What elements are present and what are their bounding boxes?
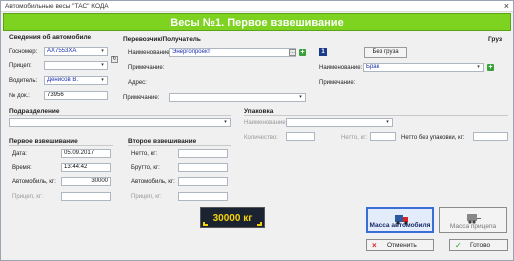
divider — [128, 145, 231, 146]
close-icon[interactable]: × — [504, 1, 509, 11]
divider — [244, 115, 508, 116]
carrier-note-label: Примечание: — [128, 65, 165, 71]
second-weighing-heading: Второе взвешивание — [128, 138, 197, 145]
swap-icon[interactable]: ↻ — [111, 56, 118, 63]
no-cargo-button[interactable]: Без груза — [364, 47, 407, 58]
first-date-label: Дата: — [12, 151, 27, 157]
dropdown-arrow-icon[interactable]: ▾ — [222, 119, 229, 126]
cargo-name-value: Брак — [366, 64, 380, 70]
dropdown-arrow-icon[interactable]: ▾ — [384, 119, 391, 126]
scale-display: 30000 кг — [200, 207, 265, 228]
cargo-name-label: Наименование: — [319, 65, 363, 71]
divider — [9, 115, 231, 116]
carrier-note2-label: Примечание: — [123, 95, 160, 101]
dropdown-arrow-icon[interactable]: ▾ — [99, 77, 106, 84]
corner-mark — [203, 222, 208, 226]
dropdown-arrow-icon[interactable]: ▾ — [475, 64, 482, 71]
carrier-name-value: Энергопроект — [172, 49, 211, 55]
driver-select[interactable]: Денисов В. ▾ — [44, 76, 108, 85]
packaging-net-label: Нетто, кг: — [341, 135, 368, 141]
car-weight-label: Масса автомобиля — [369, 222, 431, 229]
add-carrier-icon[interactable]: + — [299, 49, 306, 56]
first-car-input[interactable]: 30000 — [61, 177, 111, 186]
packaging-qty-label: Количество: — [244, 135, 278, 141]
second-net-label: Нетто, кг: — [131, 151, 158, 157]
vehicle-heading: Сведения об автомобиле — [9, 34, 92, 41]
first-date-input[interactable]: 05.09.2017 — [61, 149, 111, 158]
first-time-label: Время: — [12, 165, 32, 171]
plate-value: АХ7553ХА — [47, 48, 77, 54]
first-car-label: Автомобиль, кг: — [12, 179, 56, 185]
second-gross-label: Брутто, кг: — [131, 165, 160, 171]
second-car-input[interactable] — [178, 177, 228, 186]
cargo-badge: 1 — [319, 48, 327, 56]
divider — [9, 145, 113, 146]
second-trailer-label: Прицеп, кг: — [131, 194, 162, 200]
check-icon: ✓ — [455, 241, 462, 250]
doc-input[interactable]: 73956 — [44, 91, 108, 100]
trailer-label: Прицеп: — [9, 63, 32, 69]
first-trailer-label: Прицеп, кг: — [12, 194, 43, 200]
plate-select[interactable]: АХ7553ХА ▾ — [44, 47, 108, 56]
banner-title: Весы №1. Первое взвешивание — [170, 17, 344, 29]
corner-mark — [257, 222, 262, 226]
carrier-note2-select[interactable]: ▾ — [169, 93, 306, 102]
dropdown-arrow-icon[interactable]: ▾ — [297, 94, 304, 101]
carrier-name-select[interactable]: Энергопроект ▾ — [169, 48, 296, 57]
cancel-icon: × — [372, 241, 377, 250]
carrier-name-label: Наименование: — [128, 50, 172, 56]
packaging-name-select[interactable]: ▾ — [286, 118, 393, 127]
first-trailer-input[interactable] — [61, 192, 111, 201]
plate-label: Госномер: — [9, 49, 38, 55]
packaging-net-input[interactable] — [370, 132, 396, 141]
window-title: Автомобильные весы "ТАС" КОДА — [5, 3, 109, 10]
cargo-heading: Груз — [488, 36, 503, 43]
cargo-note-label: Примечание: — [319, 80, 356, 86]
second-gross-input[interactable] — [178, 163, 228, 172]
add-cargo-icon[interactable]: + — [487, 64, 494, 71]
packaging-name-label: Наименование: — [244, 120, 288, 126]
dropdown-arrow-icon[interactable]: ▾ — [99, 48, 106, 55]
second-net-input[interactable] — [178, 149, 228, 158]
second-car-label: Автомобиль, кг: — [131, 179, 175, 185]
dropdown-arrow-icon[interactable]: ▾ — [99, 62, 106, 69]
doc-label: № док.: — [9, 93, 30, 99]
carrier-heading: Перевозчик/Получатель — [123, 36, 201, 43]
packaging-qty-input[interactable] — [286, 132, 315, 141]
driver-value: Денисов В. — [47, 77, 78, 83]
main-window: Автомобильные весы "ТАС" КОДА × Весы №1.… — [0, 0, 514, 261]
scale-banner: Весы №1. Первое взвешивание — [3, 13, 511, 31]
car-weight-button[interactable]: Масса автомобиля — [366, 207, 434, 233]
scale-weight-value: 30000 кг — [212, 213, 253, 224]
packaging-heading: Упаковка — [244, 108, 274, 115]
cargo-name-select[interactable]: Брак ▾ — [363, 63, 484, 72]
cancel-label: Отменить — [387, 242, 417, 249]
trailer-weight-button[interactable]: Масса прицепа — [439, 207, 507, 233]
division-select[interactable]: ▾ — [9, 118, 231, 127]
division-heading: Подразделение — [9, 108, 60, 115]
done-label: Готово — [470, 242, 491, 249]
trailer-select[interactable]: ▾ — [44, 61, 108, 70]
net-no-pack-input[interactable] — [473, 132, 508, 141]
done-button[interactable]: ✓ Готово — [449, 239, 508, 251]
title-bar: Автомобильные весы "ТАС" КОДА × — [1, 1, 513, 12]
carrier-address-label: Адрес: — [128, 80, 147, 86]
browse-icon[interactable]: … — [289, 49, 296, 56]
trailer-weight-label: Масса прицепа — [449, 223, 497, 230]
cancel-button[interactable]: × Отменить — [366, 239, 434, 251]
driver-label: Водитель: — [9, 78, 38, 84]
net-no-pack-label: Нетто без упаковки, кг: — [401, 135, 465, 141]
first-weighing-heading: Первое взвешивание — [9, 138, 78, 145]
second-trailer-input[interactable] — [178, 192, 228, 201]
first-time-input[interactable]: 13:44:42 — [61, 163, 111, 172]
